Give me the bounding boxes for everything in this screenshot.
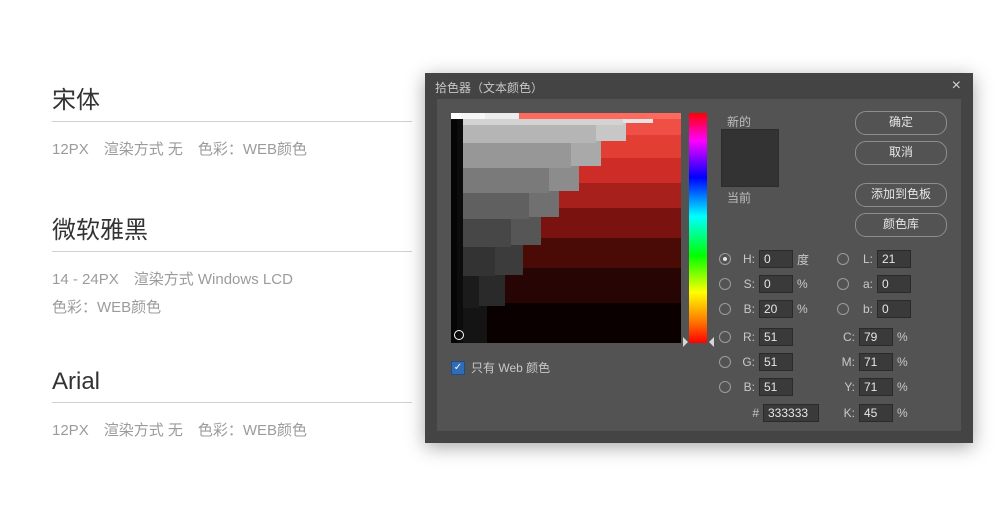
hue-input[interactable]: 0 bbox=[759, 250, 793, 268]
radio-icon[interactable] bbox=[837, 303, 849, 315]
ok-button[interactable]: 确定 bbox=[855, 111, 947, 135]
color-libraries-button[interactable]: 颜色库 bbox=[855, 213, 947, 237]
red-field[interactable]: R: 51 bbox=[719, 327, 797, 347]
spec-title: Arial bbox=[52, 368, 412, 403]
web-colors-label: 只有 Web 颜色 bbox=[471, 359, 550, 376]
radio-icon[interactable] bbox=[719, 331, 731, 343]
radio-icon[interactable] bbox=[837, 253, 849, 265]
color-swatch[interactable] bbox=[721, 129, 779, 187]
hue-slider[interactable] bbox=[689, 113, 707, 343]
hex-field[interactable]: # 333333 bbox=[747, 403, 823, 423]
new-color-swatch bbox=[722, 130, 778, 158]
green-input[interactable]: 51 bbox=[759, 353, 793, 371]
spec-line: 12PX 渲染方式 无 色彩：WEB颜色 bbox=[52, 136, 412, 164]
hue-field[interactable]: H: 0 度 bbox=[719, 249, 809, 269]
brightness-input[interactable]: 20 bbox=[759, 300, 793, 318]
radio-icon[interactable] bbox=[719, 253, 731, 265]
spec-block: 宋体 12PX 渲染方式 无 色彩：WEB颜色 bbox=[52, 80, 412, 164]
radio-icon[interactable] bbox=[719, 278, 731, 290]
spec-block: 微软雅黑 14 - 24PX 渲染方式 Windows LCD 色彩：WEB颜色 bbox=[52, 210, 412, 322]
web-colors-checkbox[interactable]: ✓ 只有 Web 颜色 bbox=[451, 359, 550, 376]
radio-icon[interactable] bbox=[719, 381, 731, 393]
spec-block: Arial 12PX 渲染方式 无 色彩：WEB颜色 bbox=[52, 368, 412, 445]
blue-input[interactable]: 51 bbox=[759, 378, 793, 396]
lab-l-input[interactable]: 21 bbox=[877, 250, 911, 268]
radio-icon[interactable] bbox=[719, 356, 731, 368]
current-color-swatch bbox=[722, 158, 778, 186]
hex-input[interactable]: 333333 bbox=[763, 404, 819, 422]
cyan-input[interactable]: 79 bbox=[859, 328, 893, 346]
cyan-field[interactable]: C: 79 % bbox=[837, 327, 908, 347]
dialog-body: 新的 当前 确定 取消 添加到色板 颜色库 H: 0 度 S: 0 % B: 2… bbox=[437, 99, 961, 431]
hue-arrow-icon bbox=[709, 337, 714, 347]
spec-line: 14 - 24PX 渲染方式 Windows LCD bbox=[52, 266, 412, 294]
typography-specs: 宋体 12PX 渲染方式 无 色彩：WEB颜色 微软雅黑 14 - 24PX 渲… bbox=[52, 80, 412, 491]
current-color-label: 当前 bbox=[727, 189, 751, 206]
black-field[interactable]: K: 45 % bbox=[837, 403, 908, 423]
color-picker-dialog: 拾色器（文本颜色） × 新的 当前 确定 取消 添加到色板 颜色库 H: 0 度… bbox=[425, 73, 973, 443]
color-cursor-icon bbox=[454, 330, 464, 340]
lab-b-field[interactable]: b: 0 bbox=[837, 299, 915, 319]
lab-l-field[interactable]: L: 21 bbox=[837, 249, 915, 269]
saturation-input[interactable]: 0 bbox=[759, 275, 793, 293]
new-color-label: 新的 bbox=[727, 113, 751, 130]
lab-a-input[interactable]: 0 bbox=[877, 275, 911, 293]
saturation-field[interactable]: S: 0 % bbox=[719, 274, 808, 294]
lab-a-field[interactable]: a: 0 bbox=[837, 274, 915, 294]
add-to-swatches-button[interactable]: 添加到色板 bbox=[855, 183, 947, 207]
black-input[interactable]: 45 bbox=[859, 404, 893, 422]
spec-line: 色彩：WEB颜色 bbox=[52, 294, 412, 322]
cancel-button[interactable]: 取消 bbox=[855, 141, 947, 165]
magenta-input[interactable]: 71 bbox=[859, 353, 893, 371]
color-field[interactable] bbox=[451, 113, 681, 343]
spec-title: 微软雅黑 bbox=[52, 210, 412, 252]
checkbox-checked-icon: ✓ bbox=[451, 361, 465, 375]
yellow-input[interactable]: 71 bbox=[859, 378, 893, 396]
yellow-field[interactable]: Y: 71 % bbox=[837, 377, 908, 397]
radio-icon[interactable] bbox=[837, 278, 849, 290]
spec-line: 12PX 渲染方式 无 色彩：WEB颜色 bbox=[52, 417, 412, 445]
blue-field[interactable]: B: 51 bbox=[719, 377, 797, 397]
green-field[interactable]: G: 51 bbox=[719, 352, 797, 372]
brightness-field[interactable]: B: 20 % bbox=[719, 299, 808, 319]
close-icon[interactable]: × bbox=[952, 77, 961, 95]
radio-icon[interactable] bbox=[719, 303, 731, 315]
magenta-field[interactable]: M: 71 % bbox=[837, 352, 908, 372]
hue-arrow-icon bbox=[683, 337, 688, 347]
red-input[interactable]: 51 bbox=[759, 328, 793, 346]
dialog-title: 拾色器（文本颜色） bbox=[435, 79, 543, 96]
lab-b-input[interactable]: 0 bbox=[877, 300, 911, 318]
spec-title: 宋体 bbox=[52, 80, 412, 122]
